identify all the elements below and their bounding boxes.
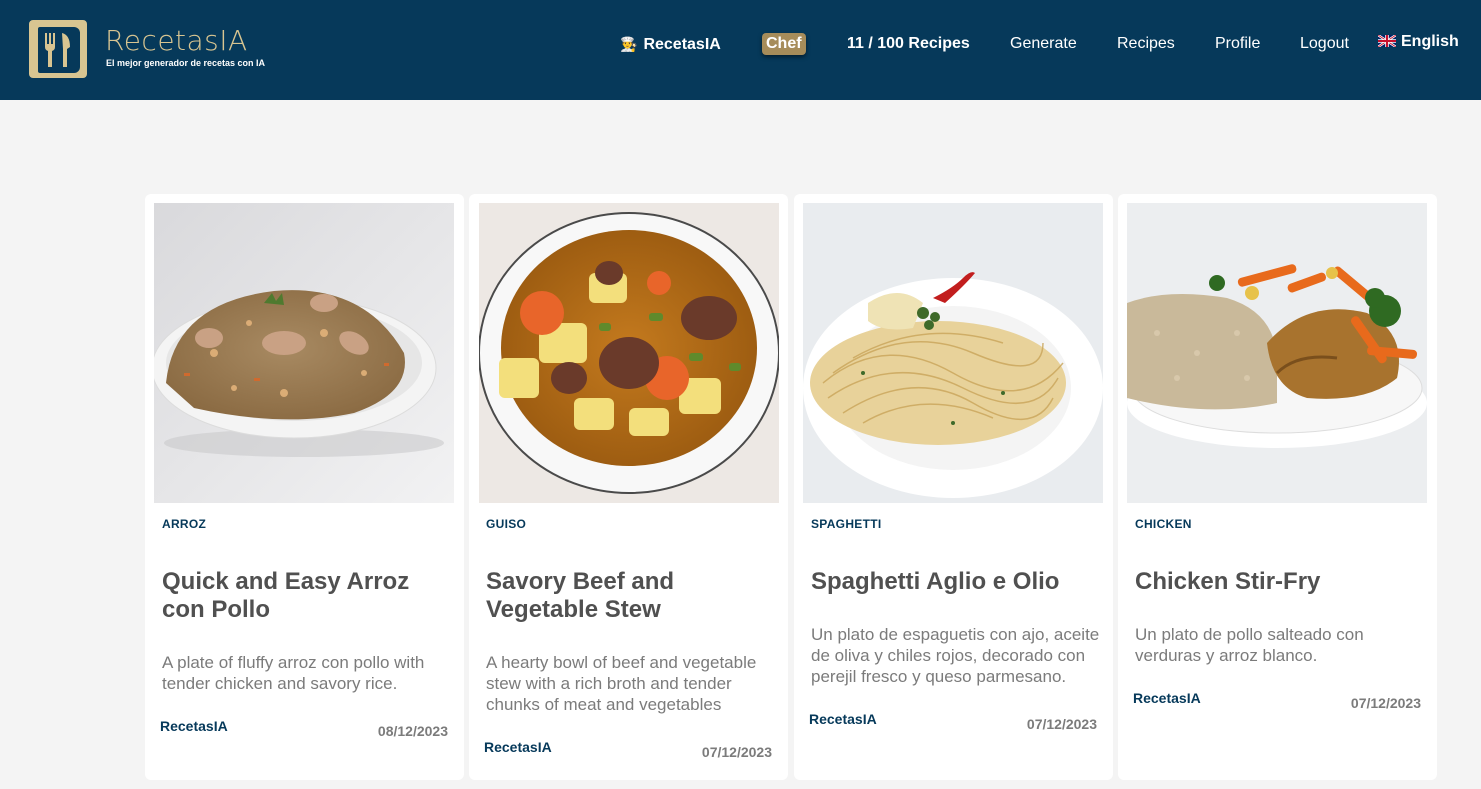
recipe-author[interactable]: RecetasIA (809, 711, 877, 727)
recipe-date: 08/12/2023 (377, 723, 448, 739)
recipe-description: Un plato de espaguetis con ajo, aceite d… (811, 625, 1100, 686)
brand-tagline: El mejor generador de recetas con IA (106, 58, 266, 68)
recipe-title[interactable]: Savory Beef and Vegetable Stew (486, 568, 756, 624)
recipe-count: 11 / 100 Recipes (847, 35, 970, 52)
chicken-stir-fry-photo[interactable] (1127, 203, 1427, 503)
recipe-date: 07/12/2023 (701, 744, 772, 760)
recipe-author[interactable]: RecetasIA (160, 718, 228, 734)
recipe-title[interactable]: Quick and Easy Arroz con Pollo (162, 568, 412, 624)
nav-generate-link[interactable]: Generate (1010, 34, 1077, 54)
recipe-description: A plate of fluffy arroz con pollo with t… (162, 653, 425, 693)
nav-home-link[interactable]: 👨‍🍳 RecetasIA (620, 34, 721, 55)
chef-icon: 👨‍🍳 (620, 36, 638, 52)
recipe-title[interactable]: Spaghetti Aglio e Olio (811, 568, 1101, 596)
recipe-category: SPAGHETTI (811, 517, 882, 531)
nav-brand-label: RecetasIA (643, 36, 721, 53)
beef-stew-photo[interactable] (479, 203, 779, 503)
uk-flag-icon (1378, 35, 1396, 47)
spaghetti-photo[interactable] (803, 203, 1103, 503)
nav-profile-link[interactable]: Profile (1215, 34, 1260, 54)
recipe-card[interactable]: ARROZ Quick and Easy Arroz con Pollo A p… (145, 194, 464, 780)
recipe-date: 07/12/2023 (1026, 716, 1097, 732)
recipe-card[interactable]: CHICKEN Chicken Stir-Fry Un plato de pol… (1118, 194, 1437, 780)
recipe-date: 07/12/2023 (1350, 695, 1421, 711)
language-label: English (1401, 33, 1459, 50)
recipe-category: GUISO (486, 517, 527, 531)
top-navbar: RecetasIA El mejor generador de recetas … (0, 0, 1481, 100)
nav-logout-link[interactable]: Logout (1300, 34, 1349, 54)
recipe-description: Un plato de pollo salteado con verduras … (1135, 625, 1364, 665)
recipe-description: A hearty bowl of beef and vegetable stew… (486, 653, 757, 714)
recipe-author[interactable]: RecetasIA (484, 739, 552, 755)
nav-recipes-link[interactable]: Recipes (1117, 34, 1175, 54)
language-selector[interactable]: English (1378, 32, 1459, 52)
recipe-author[interactable]: RecetasIA (1133, 690, 1201, 706)
recipe-category: CHICKEN (1135, 517, 1192, 531)
recipe-category: ARROZ (162, 517, 207, 531)
recipe-card[interactable]: GUISO Savory Beef and Vegetable Stew A h… (469, 194, 788, 780)
plan-badge: Chef (762, 33, 806, 55)
recipe-card[interactable]: SPAGHETTI Spaghetti Aglio e Olio Un plat… (794, 194, 1113, 780)
brand-name[interactable]: RecetasIA (105, 24, 248, 57)
recipe-title[interactable]: Chicken Stir-Fry (1135, 568, 1425, 596)
arroz-con-pollo-photo[interactable] (154, 203, 454, 503)
book-fork-knife-icon[interactable] (29, 20, 87, 78)
